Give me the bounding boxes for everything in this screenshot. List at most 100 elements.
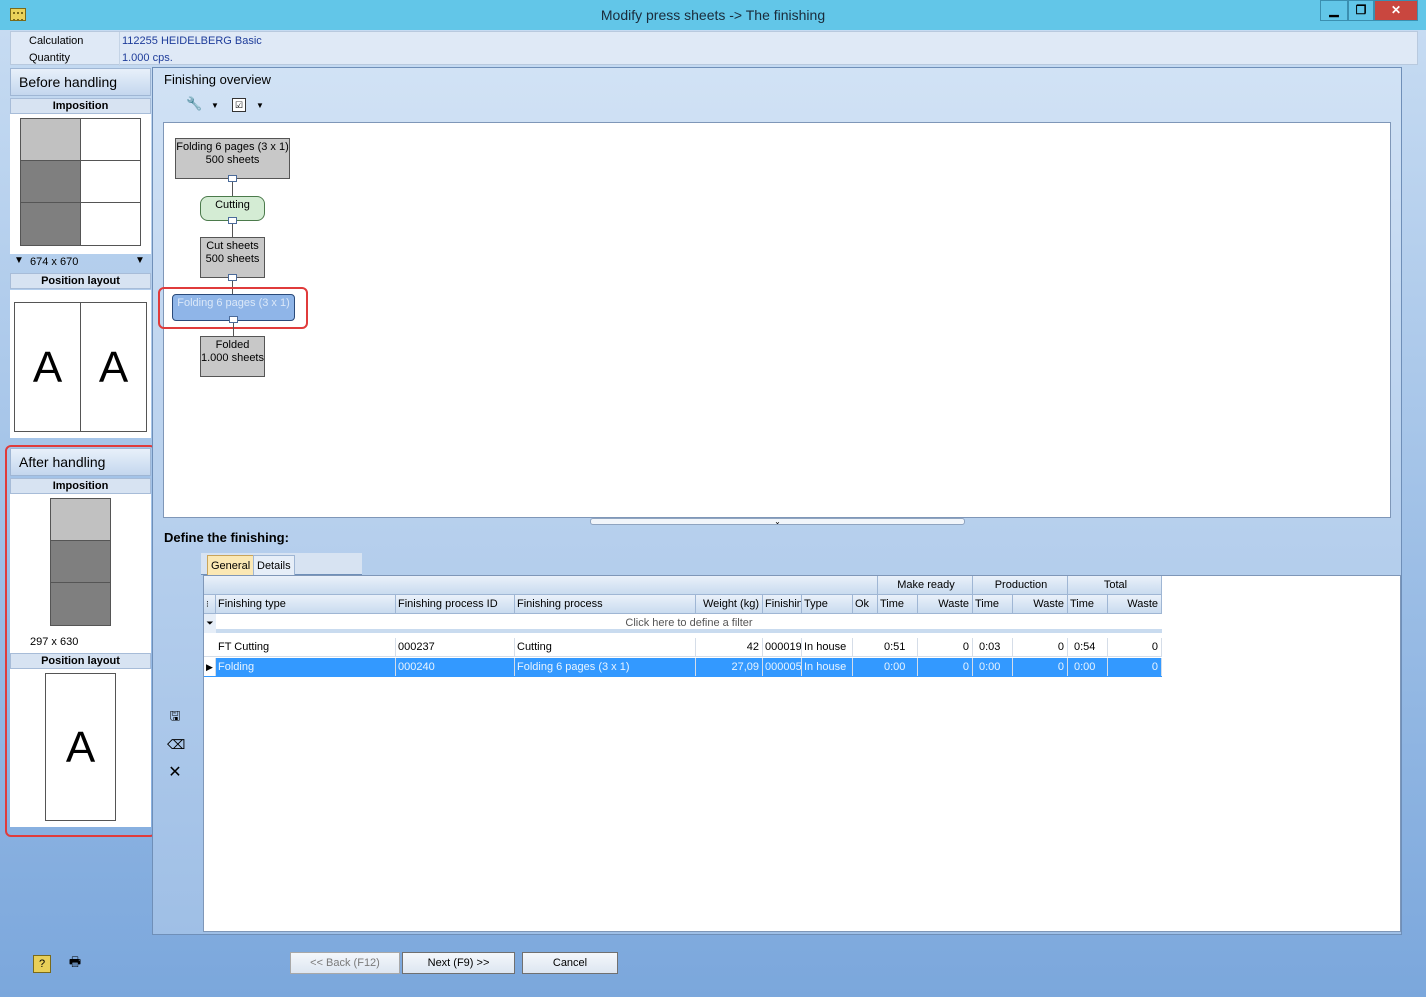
tab-details[interactable]: Details — [253, 555, 295, 575]
cell-p-waste[interactable]: 0 — [1013, 658, 1068, 676]
filter-hint[interactable]: Click here to define a filter — [216, 614, 1162, 629]
cell-mr-time[interactable]: 0:00 — [878, 658, 918, 676]
connector-line — [233, 323, 234, 336]
group-header-spacer — [204, 576, 878, 595]
cell-process-id[interactable]: 000240 — [396, 658, 515, 676]
column-finishing-type[interactable]: Finishing type — [216, 595, 396, 614]
cell-t-time[interactable]: 0:00 — [1068, 658, 1108, 676]
column-mr-waste[interactable]: Waste — [918, 595, 973, 614]
column-p-time[interactable]: Time — [973, 595, 1013, 614]
connector-handle[interactable] — [228, 217, 237, 224]
checklist-icon[interactable]: ☑ — [232, 98, 246, 112]
info-divider — [119, 32, 120, 66]
after-handling-highlight — [5, 445, 156, 837]
column-chooser-icon[interactable]: ⁝ — [204, 595, 216, 614]
triangle-down-icon[interactable]: ▼ — [135, 255, 146, 267]
connector-handle[interactable] — [228, 175, 237, 182]
finishing-overview-title: Finishing overview — [164, 72, 271, 87]
before-size: 674 x 670 — [30, 256, 79, 268]
cell-p-waste[interactable]: 0 — [1013, 638, 1068, 656]
cell-type[interactable]: In house — [802, 638, 853, 656]
before-position-layout-area: A A — [10, 290, 151, 438]
cell-process-id[interactable]: 000237 — [396, 638, 515, 656]
group-header-make-ready: Make ready — [878, 576, 973, 595]
help-icon[interactable]: ? — [33, 955, 51, 973]
column-finishing-process[interactable]: Finishing process — [515, 595, 696, 614]
column-finishing-process-id[interactable]: Finishing process ID — [396, 595, 515, 614]
row-pointer-icon: ▶ — [204, 658, 216, 676]
table-row-selected[interactable]: ▶ Folding 000240 Folding 6 pages (3 x 1)… — [204, 658, 1162, 677]
table-row[interactable]: FT Cutting 000237 Cutting 42 000019 In h… — [204, 638, 1162, 657]
column-t-time[interactable]: Time — [1068, 595, 1108, 614]
back-button[interactable]: << Back (F12) — [290, 952, 400, 974]
before-imposition-area — [10, 114, 151, 254]
cell-process[interactable]: Folding 6 pages (3 x 1) — [515, 658, 696, 676]
cell-type[interactable]: In house — [802, 658, 853, 676]
page-a: A — [14, 302, 81, 432]
eraser-icon[interactable]: ⌫ — [167, 738, 185, 754]
print-icon[interactable]: 🖶 — [66, 955, 84, 973]
cell-finishing-type[interactable]: FT Cutting — [216, 638, 396, 656]
cell-t-waste[interactable]: 0 — [1108, 658, 1162, 676]
connector-handle[interactable] — [229, 316, 238, 323]
quantity-value: 1.000 cps. — [122, 52, 173, 64]
column-weight[interactable]: Weight (kg) — [696, 595, 763, 614]
splitter-handle[interactable]: ⌄ — [590, 518, 965, 526]
connector-handle[interactable] — [228, 274, 237, 281]
cell-finishing[interactable]: 000019 — [763, 638, 802, 656]
cell-process[interactable]: Cutting — [515, 638, 696, 656]
filter-icon[interactable]: ⏷ — [204, 614, 216, 633]
cell-mr-waste[interactable]: 0 — [918, 638, 973, 656]
group-header-production: Production — [973, 576, 1068, 595]
before-imposition-header: Imposition — [10, 98, 151, 114]
define-finishing-title: Define the finishing: — [164, 530, 289, 545]
diagram-node-folding-sheets[interactable]: Folding 6 pages (3 x 1) 500 sheets — [175, 138, 290, 179]
connector-line — [232, 182, 233, 196]
column-finishing[interactable]: Finishin — [763, 595, 802, 614]
cell-t-waste[interactable]: 0 — [1108, 638, 1162, 656]
close-button[interactable]: ✕ — [1374, 0, 1418, 21]
filter-row[interactable]: ⏷ Click here to define a filter — [204, 614, 1162, 633]
column-type[interactable]: Type — [802, 595, 853, 614]
cell-weight[interactable]: 42 — [696, 638, 763, 656]
imposition-cell — [20, 118, 81, 161]
imposition-cell — [80, 118, 141, 161]
calculation-label: Calculation — [29, 35, 84, 47]
cell-mr-waste[interactable]: 0 — [918, 658, 973, 676]
quantity-label: Quantity — [29, 52, 70, 64]
tab-general[interactable]: General — [207, 555, 255, 575]
chevron-down-icon[interactable]: ▼ — [211, 101, 219, 110]
page-a: A — [80, 302, 147, 432]
cell-p-time[interactable]: 0:03 — [973, 638, 1013, 656]
finishing-grid: Make ready Production Total ⁝ Finishing … — [203, 575, 1401, 932]
cell-t-time[interactable]: 0:54 — [1068, 638, 1108, 656]
cell-finishing[interactable]: 000005 — [763, 658, 802, 676]
diagram-node-folded[interactable]: Folded 1.000 sheets — [200, 336, 265, 377]
column-t-waste[interactable]: Waste — [1108, 595, 1162, 614]
next-button[interactable]: Next (F9) >> — [402, 952, 515, 974]
before-position-layout-header: Position layout — [10, 273, 151, 289]
group-header-total: Total — [1068, 576, 1162, 595]
imposition-cell — [20, 202, 81, 246]
maximize-button[interactable]: ❐ — [1348, 0, 1374, 21]
imposition-cell — [20, 160, 81, 203]
wrench-icon[interactable]: 🔧 — [186, 97, 202, 113]
tab-strip: General Details — [201, 553, 362, 575]
calculation-value: 112255 HEIDELBERG Basic — [122, 35, 262, 47]
column-mr-time[interactable]: Time — [878, 595, 918, 614]
before-handling-header: Before handling — [10, 68, 151, 96]
imposition-cell — [80, 160, 141, 203]
delete-icon[interactable]: ✕ — [167, 765, 183, 782]
cell-mr-time[interactable]: 0:51 — [878, 638, 918, 656]
cell-finishing-type[interactable]: Folding — [216, 658, 396, 676]
minimize-button[interactable]: ▁ — [1320, 0, 1348, 21]
column-ok[interactable]: Ok — [853, 595, 878, 614]
diagram-node-cut-sheets[interactable]: Cut sheets 500 sheets — [200, 237, 265, 278]
cancel-button[interactable]: Cancel — [522, 952, 618, 974]
cell-weight[interactable]: 27,09 — [696, 658, 763, 676]
save-icon[interactable]: 🖫 — [167, 709, 183, 725]
triangle-down-icon[interactable]: ▼ — [14, 255, 25, 267]
chevron-down-icon[interactable]: ▼ — [256, 101, 264, 110]
cell-p-time[interactable]: 0:00 — [973, 658, 1013, 676]
column-p-waste[interactable]: Waste — [1013, 595, 1068, 614]
